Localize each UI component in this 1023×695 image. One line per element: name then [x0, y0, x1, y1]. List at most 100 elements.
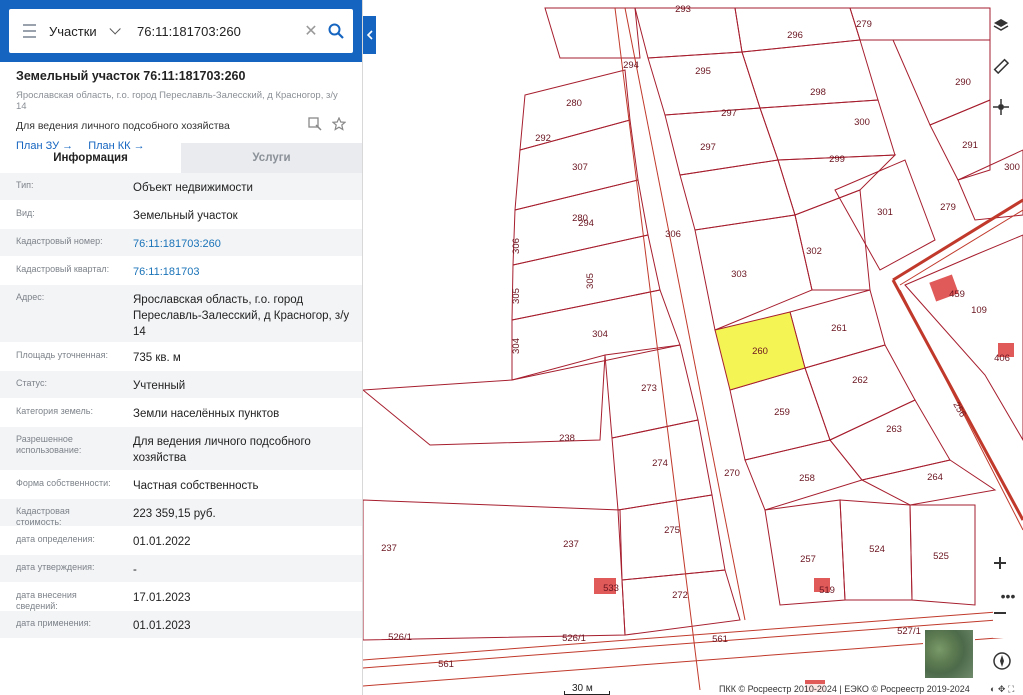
plan-kk-link[interactable]: План КК → [88, 140, 144, 152]
layers-button[interactable] [993, 17, 1023, 47]
plot-label: 306 [665, 229, 681, 240]
info-value: Для ведения личного подсобного хозяйства [133, 436, 311, 464]
menu-button[interactable] [9, 9, 49, 53]
info-value: 01.01.2022 [133, 536, 191, 548]
plot-label: 459 [949, 289, 965, 300]
category-select[interactable]: Участки [49, 9, 133, 53]
object-title: Земельный участок 76:11:181703:260 [16, 69, 246, 83]
plot-label: 526/1 [562, 633, 586, 644]
basemap-switcher[interactable] [923, 628, 975, 680]
info-row: Разрешенное использование: Для ведения ли… [0, 427, 362, 471]
search-input[interactable] [133, 11, 301, 51]
info-row: дата утверждения: - [0, 555, 362, 583]
more-icon: ••• [1000, 588, 1016, 604]
plot-label: 300 [854, 117, 870, 128]
plot-polygon[interactable] [759, 99, 896, 161]
plot-label: 237 [563, 539, 579, 550]
compass-button[interactable] [993, 652, 1023, 682]
plot-polygon[interactable] [617, 494, 726, 581]
search-button[interactable] [321, 9, 351, 53]
ruler-button[interactable] [993, 58, 1023, 88]
plot-label: 305 [585, 273, 596, 289]
search-icon [328, 23, 344, 39]
plot-label: 304 [592, 329, 608, 340]
info-key: Адрес: [16, 292, 45, 302]
zoom-to-object-icon[interactable] [308, 117, 322, 131]
chevron-left-icon [366, 30, 373, 40]
plot-label: 291 [962, 140, 978, 151]
plot-polygon[interactable] [544, 7, 641, 59]
plot-label: 294 [578, 218, 594, 229]
layers-icon [993, 19, 1009, 31]
plot-label: 533 [603, 583, 619, 594]
clear-icon[interactable]: ✕ [301, 21, 321, 41]
object-purpose: Для ведения личного подсобного хозяйства [16, 120, 230, 132]
star-icon[interactable] [332, 117, 346, 131]
info-value-link[interactable]: 76:11:181703 [117, 257, 362, 284]
plot-label: 272 [672, 590, 688, 601]
plot-polygon[interactable] [829, 399, 951, 481]
locate-button[interactable] [993, 99, 1023, 129]
plot-label: 299 [829, 154, 845, 165]
plan-links: План ЗУ → План КК → [16, 140, 346, 152]
plot-label: 275 [664, 525, 680, 536]
plot-label: 298 [810, 87, 826, 98]
plot-label: 301 [877, 207, 893, 218]
info-panel: Участки ✕ Земельный участок 76:11:181703… [0, 0, 363, 695]
plot-label: 260 [752, 346, 768, 357]
plot-polygon[interactable] [679, 159, 796, 231]
plot-label: 306 [511, 238, 522, 254]
info-key: Кадастровая стоимость: [16, 506, 70, 527]
info-row: Тип: Объект недвижимости [0, 173, 362, 201]
info-value: 01.01.2023 [133, 620, 191, 632]
info-row: Адрес: Ярославская область, г.о. город Пе… [0, 285, 362, 343]
info-key: дата применения: [16, 618, 92, 628]
plot-label: 300 [1004, 162, 1020, 173]
boundary-line [892, 198, 1023, 282]
info-key: Площадь уточненная: [16, 350, 108, 360]
plot-polygon[interactable] [647, 51, 761, 116]
info-key: Тип: [16, 180, 34, 190]
info-value: 223 359,15 руб. [133, 508, 216, 520]
plot-label: 293 [675, 4, 691, 15]
info-value: Ярославская область, г.о. город Переслав… [133, 294, 350, 338]
plot-label: 257 [800, 554, 816, 565]
plot-label: 561 [438, 659, 454, 670]
plot-label: 296 [787, 30, 803, 41]
info-table: Тип: Объект недвижимости Вид: Земельный уча… [0, 173, 362, 639]
plot-label: 297 [721, 108, 737, 119]
plot-polygon[interactable] [892, 39, 991, 126]
boundary-line [899, 209, 1023, 286]
more-button[interactable]: ••• [993, 585, 1023, 607]
info-value: 735 кв. м [133, 352, 181, 364]
plot-label: 258 [799, 473, 815, 484]
info-value: Частная собственность [133, 480, 259, 492]
plot-polygon[interactable] [634, 7, 743, 59]
info-value: Учтенный [133, 380, 186, 392]
plot-polygon[interactable] [362, 499, 626, 641]
collapse-panel-button[interactable] [363, 16, 376, 54]
zoom-in-button[interactable] [993, 556, 1023, 588]
info-row: Категория земель: Земли населённых пункто… [0, 399, 362, 427]
scale-bar: 30 м [564, 683, 610, 695]
info-row: Вид: Земельный участок [0, 201, 362, 229]
plot-label: 304 [511, 338, 522, 354]
plot-label: 302 [806, 246, 822, 257]
plot-label: 237 [381, 543, 397, 554]
plot-label: 292 [535, 133, 551, 144]
info-key: Разрешенное использование: [16, 434, 82, 455]
zoom-out-button[interactable] [993, 606, 1023, 638]
plot-polygon[interactable] [929, 99, 991, 181]
plot-polygon[interactable] [694, 214, 813, 331]
info-value: Объект недвижимости [133, 182, 253, 194]
plot-label: 259 [774, 407, 790, 418]
info-key: Вид: [16, 208, 35, 218]
plot-polygon[interactable] [621, 569, 741, 636]
info-row: дата применения: 01.01.2023 [0, 611, 362, 639]
info-key: Форма собственности: [16, 478, 111, 488]
info-key: дата внесения сведений: [16, 590, 77, 611]
plan-zu-link[interactable]: План ЗУ → [16, 140, 73, 152]
plot-polygon[interactable] [794, 189, 871, 291]
plot-label: 561 [712, 634, 728, 645]
info-value-link[interactable]: 76:11:181703:260 [117, 229, 362, 256]
